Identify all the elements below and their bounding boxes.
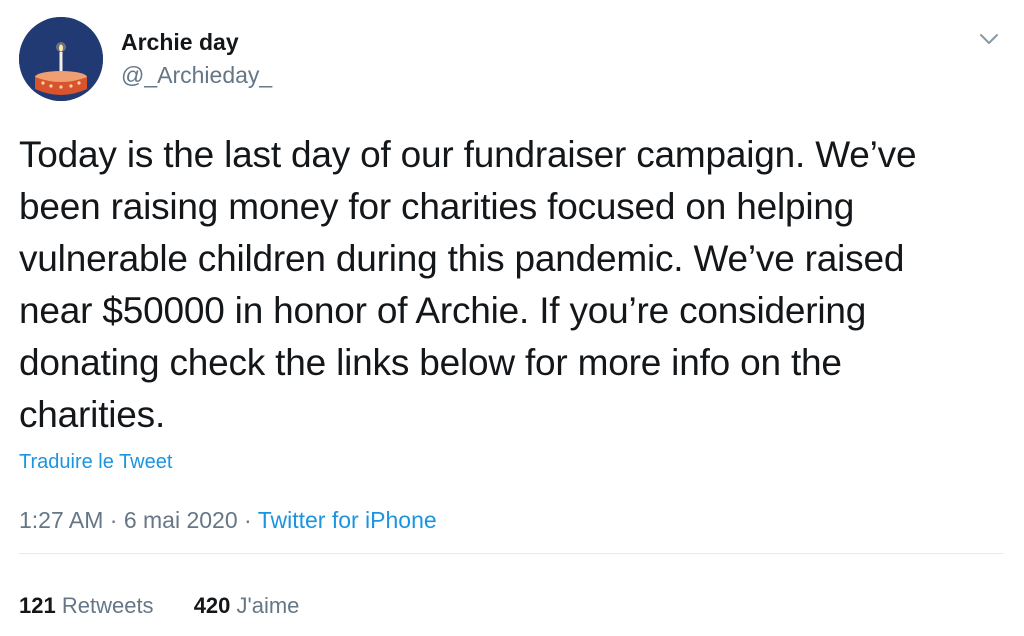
likes-count: 420 — [193, 593, 231, 618]
retweets-label: Retweets — [61, 593, 154, 618]
tweet-stats: 121 Retweets 420 J'aime — [19, 591, 299, 621]
likes-stat[interactable]: 420 J'aime — [194, 591, 300, 621]
tweet-text-line: vulnerable children during this pandemic… — [19, 238, 905, 279]
tweet-text: Today is the last day of our fundraiser … — [19, 129, 999, 441]
likes-label: J'aime — [236, 593, 300, 618]
tweet-source-link[interactable]: Twitter for iPhone — [258, 507, 437, 533]
tweet-text-line: near $50000 in honor of Archie. If you’r… — [19, 290, 867, 331]
retweets-stat[interactable]: 121 Retweets — [19, 591, 154, 621]
tweet-text-line: charities. — [19, 394, 166, 435]
translate-tweet-link[interactable]: Traduire le Tweet — [19, 449, 172, 475]
divider — [19, 553, 1004, 554]
tweet-menu-button[interactable] — [976, 28, 1002, 50]
author-display-name[interactable]: Archie day — [121, 28, 239, 56]
author-handle[interactable]: @_Archieday_ — [121, 61, 272, 89]
tweet-time[interactable]: 1:27 AM — [19, 507, 103, 533]
birthday-cake-candle-avatar-icon — [19, 17, 103, 101]
tweet-text-line: donating check the links below for more … — [19, 342, 842, 383]
tweet-text-line: Today is the last day of our fundraiser … — [19, 134, 917, 175]
tweet-date[interactable]: 6 mai 2020 — [124, 507, 238, 533]
chevron-down-icon — [980, 34, 998, 44]
tweet-card: Archie day @_Archieday_ Today is the las… — [0, 0, 1024, 636]
tweet-meta: 1:27 AM · 6 mai 2020 · Twitter for iPhon… — [19, 505, 437, 535]
tweet-text-line: been raising money for charities focused… — [19, 186, 855, 227]
meta-separator: · — [109, 507, 118, 533]
meta-separator: · — [244, 507, 252, 533]
avatar[interactable] — [19, 17, 103, 101]
retweets-count: 121 — [19, 593, 56, 618]
